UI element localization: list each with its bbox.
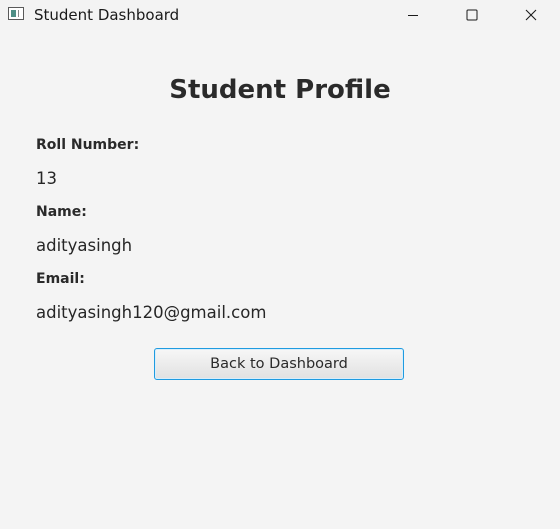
page-title: Student Profile	[169, 75, 391, 105]
close-button[interactable]	[502, 0, 560, 30]
back-to-dashboard-button[interactable]: Back to Dashboard	[154, 348, 404, 380]
name-label: Name:	[36, 204, 87, 220]
app-window: Student Dashboard Student Profile Roll N…	[0, 0, 560, 529]
email-value: adityasingh120@gmail.com	[36, 303, 267, 322]
title-bar[interactable]: Student Dashboard	[0, 0, 560, 30]
minimize-icon	[408, 15, 418, 16]
maximize-icon	[466, 9, 478, 21]
roll-number-label: Roll Number:	[36, 137, 140, 153]
app-icon	[8, 7, 24, 20]
window-title: Student Dashboard	[34, 6, 180, 24]
roll-number-value: 13	[36, 169, 57, 188]
minimize-button[interactable]	[384, 0, 442, 30]
name-value: adityasingh	[36, 236, 133, 255]
email-label: Email:	[36, 271, 85, 287]
maximize-button[interactable]	[443, 0, 501, 30]
close-icon	[525, 9, 537, 21]
